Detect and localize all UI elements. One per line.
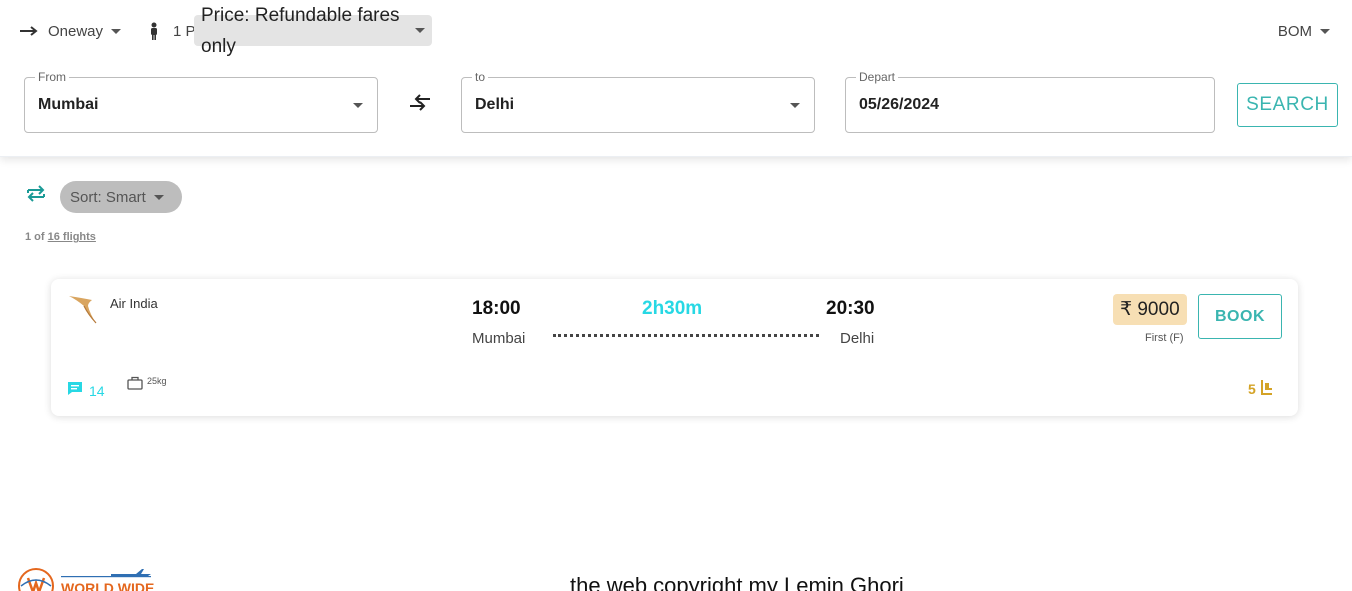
footer-logo: WORLD WIDE [16, 566, 156, 591]
chevron-down-icon [353, 103, 363, 108]
trip-type-label: Oneway [48, 22, 104, 40]
baggage-allowance: 25kg [127, 376, 167, 390]
chevron-down-icon [1320, 28, 1330, 34]
arrival-time: 20:30 [826, 298, 875, 319]
arrival-city: Delhi [840, 330, 875, 347]
depart-value: 05/26/2024 [859, 96, 940, 113]
flight-duration: 2h30m [642, 298, 703, 319]
swap-icon [410, 94, 430, 111]
luggage-icon [127, 376, 143, 390]
results-count-link[interactable]: 16 flights [48, 231, 96, 243]
book-button[interactable]: BOOK [1198, 294, 1282, 339]
to-label: to [472, 70, 489, 84]
refresh-icon[interactable] [25, 182, 47, 204]
person-icon [143, 22, 165, 40]
reviews-link[interactable]: 14 [67, 377, 105, 399]
reviews-count: 14 [89, 383, 105, 399]
chevron-down-icon [415, 28, 425, 33]
seats-count: 5 [1248, 381, 1256, 397]
airline-logo [66, 292, 98, 324]
to-field[interactable]: to Delhi [461, 70, 815, 133]
swap-locations-button[interactable] [408, 93, 432, 113]
chevron-down-icon [790, 103, 800, 108]
depart-date-field[interactable]: Depart 05/26/2024 [845, 70, 1215, 133]
sort-filter-label: Sort: Smart [70, 188, 146, 206]
departure-time: 18:00 [472, 298, 521, 319]
from-field[interactable]: From Mumbai [24, 70, 378, 133]
results-count: 1 of 16 flights [25, 231, 96, 243]
price-filter-chip[interactable]: Price: Refundable fares only [194, 5, 432, 57]
seats-available: 5 [1248, 378, 1273, 397]
comment-icon [68, 381, 82, 395]
route-dotted-line [553, 334, 819, 337]
from-value: Mumbai [38, 96, 99, 113]
depart-label: Depart [856, 70, 899, 84]
trip-type-select[interactable]: Oneway [18, 22, 122, 40]
fare-price: ₹ 9000 [1113, 294, 1187, 325]
sort-filter-chip[interactable]: Sort: Smart [60, 181, 182, 213]
results-count-prefix: 1 of [25, 231, 45, 243]
currency-label: BOM [1277, 22, 1312, 40]
currency-select[interactable]: BOM [1278, 18, 1330, 44]
copyright-text: the web copyright my Lemin Ghori [570, 573, 904, 591]
chevron-down-icon [153, 194, 164, 200]
to-value: Delhi [475, 96, 515, 113]
seat-icon [1260, 379, 1272, 395]
airline-name: Air India [110, 296, 158, 311]
price-filter-label: Price: Refundable fares only [201, 4, 400, 57]
from-label: From [35, 70, 69, 84]
baggage-weight: 25kg [147, 376, 167, 386]
departure-city: Mumbai [472, 330, 526, 347]
flight-card: Air India 18:00 Mumbai 2h30m 20:30 Delhi… [51, 279, 1298, 416]
footer-logo-text: WORLD WIDE [61, 580, 154, 591]
fare-cabin: First (F) [1145, 332, 1184, 344]
chevron-down-icon [111, 28, 122, 34]
search-button[interactable]: SEARCH [1237, 83, 1338, 127]
arrow-right-icon [18, 25, 40, 37]
